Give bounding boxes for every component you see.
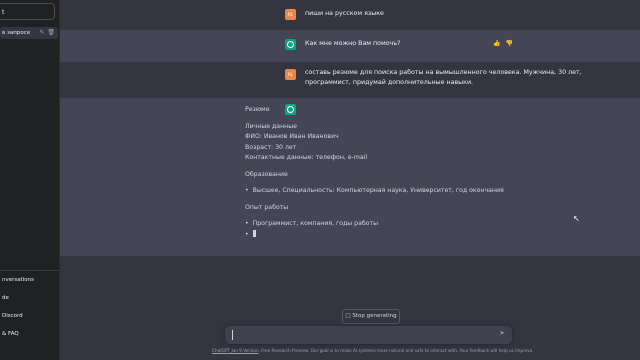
sidebar: t в запросе ✎ 🗑 nversations de Discord &… — [0, 0, 60, 360]
trash-icon[interactable]: 🗑 — [47, 27, 55, 39]
education-heading: Образование — [245, 170, 288, 178]
user-avatar-2: RL — [285, 69, 296, 80]
resume-age: Возраст: 30 лет — [245, 143, 297, 151]
resume-title: Резюме — [245, 106, 270, 113]
user-avatar: RL — [285, 9, 296, 20]
user-message-2: составь резюме для поиска работы на вымы… — [305, 69, 582, 86]
thumbs-down-icon[interactable]: 👎 — [505, 40, 512, 47]
message-row-assistant: Как мне можно Вам помочь? — [60, 30, 640, 62]
message-row-user-2: RL составь резюме для поиска работы на в… — [60, 62, 640, 98]
discord-item[interactable]: Discord — [0, 307, 59, 325]
footer-disclaimer: ChatGPT Jan 9 Version. Free Research Pre… — [212, 348, 534, 353]
footer-text: . Free Research Preview. Our goal is to … — [258, 348, 534, 353]
sidebar-conversation-item[interactable]: в запросе ✎ 🗑 — [0, 27, 58, 39]
mouse-cursor-icon: ↖ — [573, 214, 580, 223]
message-row-user: RL пиши на русском языке — [60, 0, 640, 30]
mode-toggle-item[interactable]: de — [0, 289, 59, 307]
experience-heading: Опыт работы — [245, 203, 289, 211]
stop-icon: □ — [345, 313, 351, 319]
resume-content: Резюме Личные данные ФИО: Иванов Иван Ив… — [245, 105, 504, 240]
conversation-title: в запросе — [2, 30, 31, 36]
resume-fio: ФИО: Иванов Иван Иванович — [245, 133, 339, 140]
stop-generating-button[interactable]: □ Stop generating — [342, 309, 400, 324]
new-chat-label: t — [2, 9, 5, 16]
faq-item[interactable]: & FAQ — [0, 325, 59, 343]
resume-contacts: Контактные данные: телефон, e-mail — [245, 154, 368, 161]
thumbs-up-icon[interactable]: 👍 — [493, 40, 500, 47]
clear-conversations-item[interactable]: nversations — [0, 271, 59, 289]
edit-icon[interactable]: ✎ — [39, 27, 44, 39]
generating-item: • — [245, 230, 504, 241]
assistant-avatar — [285, 39, 296, 50]
new-chat-button[interactable]: t — [0, 3, 55, 20]
feedback-buttons: 👍 👎 — [493, 40, 513, 47]
version-link[interactable]: ChatGPT Jan 9 Version — [212, 348, 259, 353]
text-caret — [232, 330, 233, 340]
user-message: пиши на русском языке — [305, 10, 384, 17]
stop-label: Stop generating — [352, 313, 397, 319]
typing-cursor — [252, 230, 256, 237]
assistant-message: Как мне можно Вам помочь? — [305, 40, 401, 47]
education-item: • Высшее, Специальность: Компьютерная на… — [245, 187, 504, 194]
sidebar-bottom-menu: nversations de Discord & FAQ — [0, 270, 59, 343]
chat-input[interactable]: ➤ — [225, 326, 512, 344]
send-icon[interactable]: ➤ — [499, 329, 505, 337]
experience-item: • Программист, компания, годы работы — [245, 220, 378, 227]
personal-heading: Личные данные — [245, 122, 297, 130]
